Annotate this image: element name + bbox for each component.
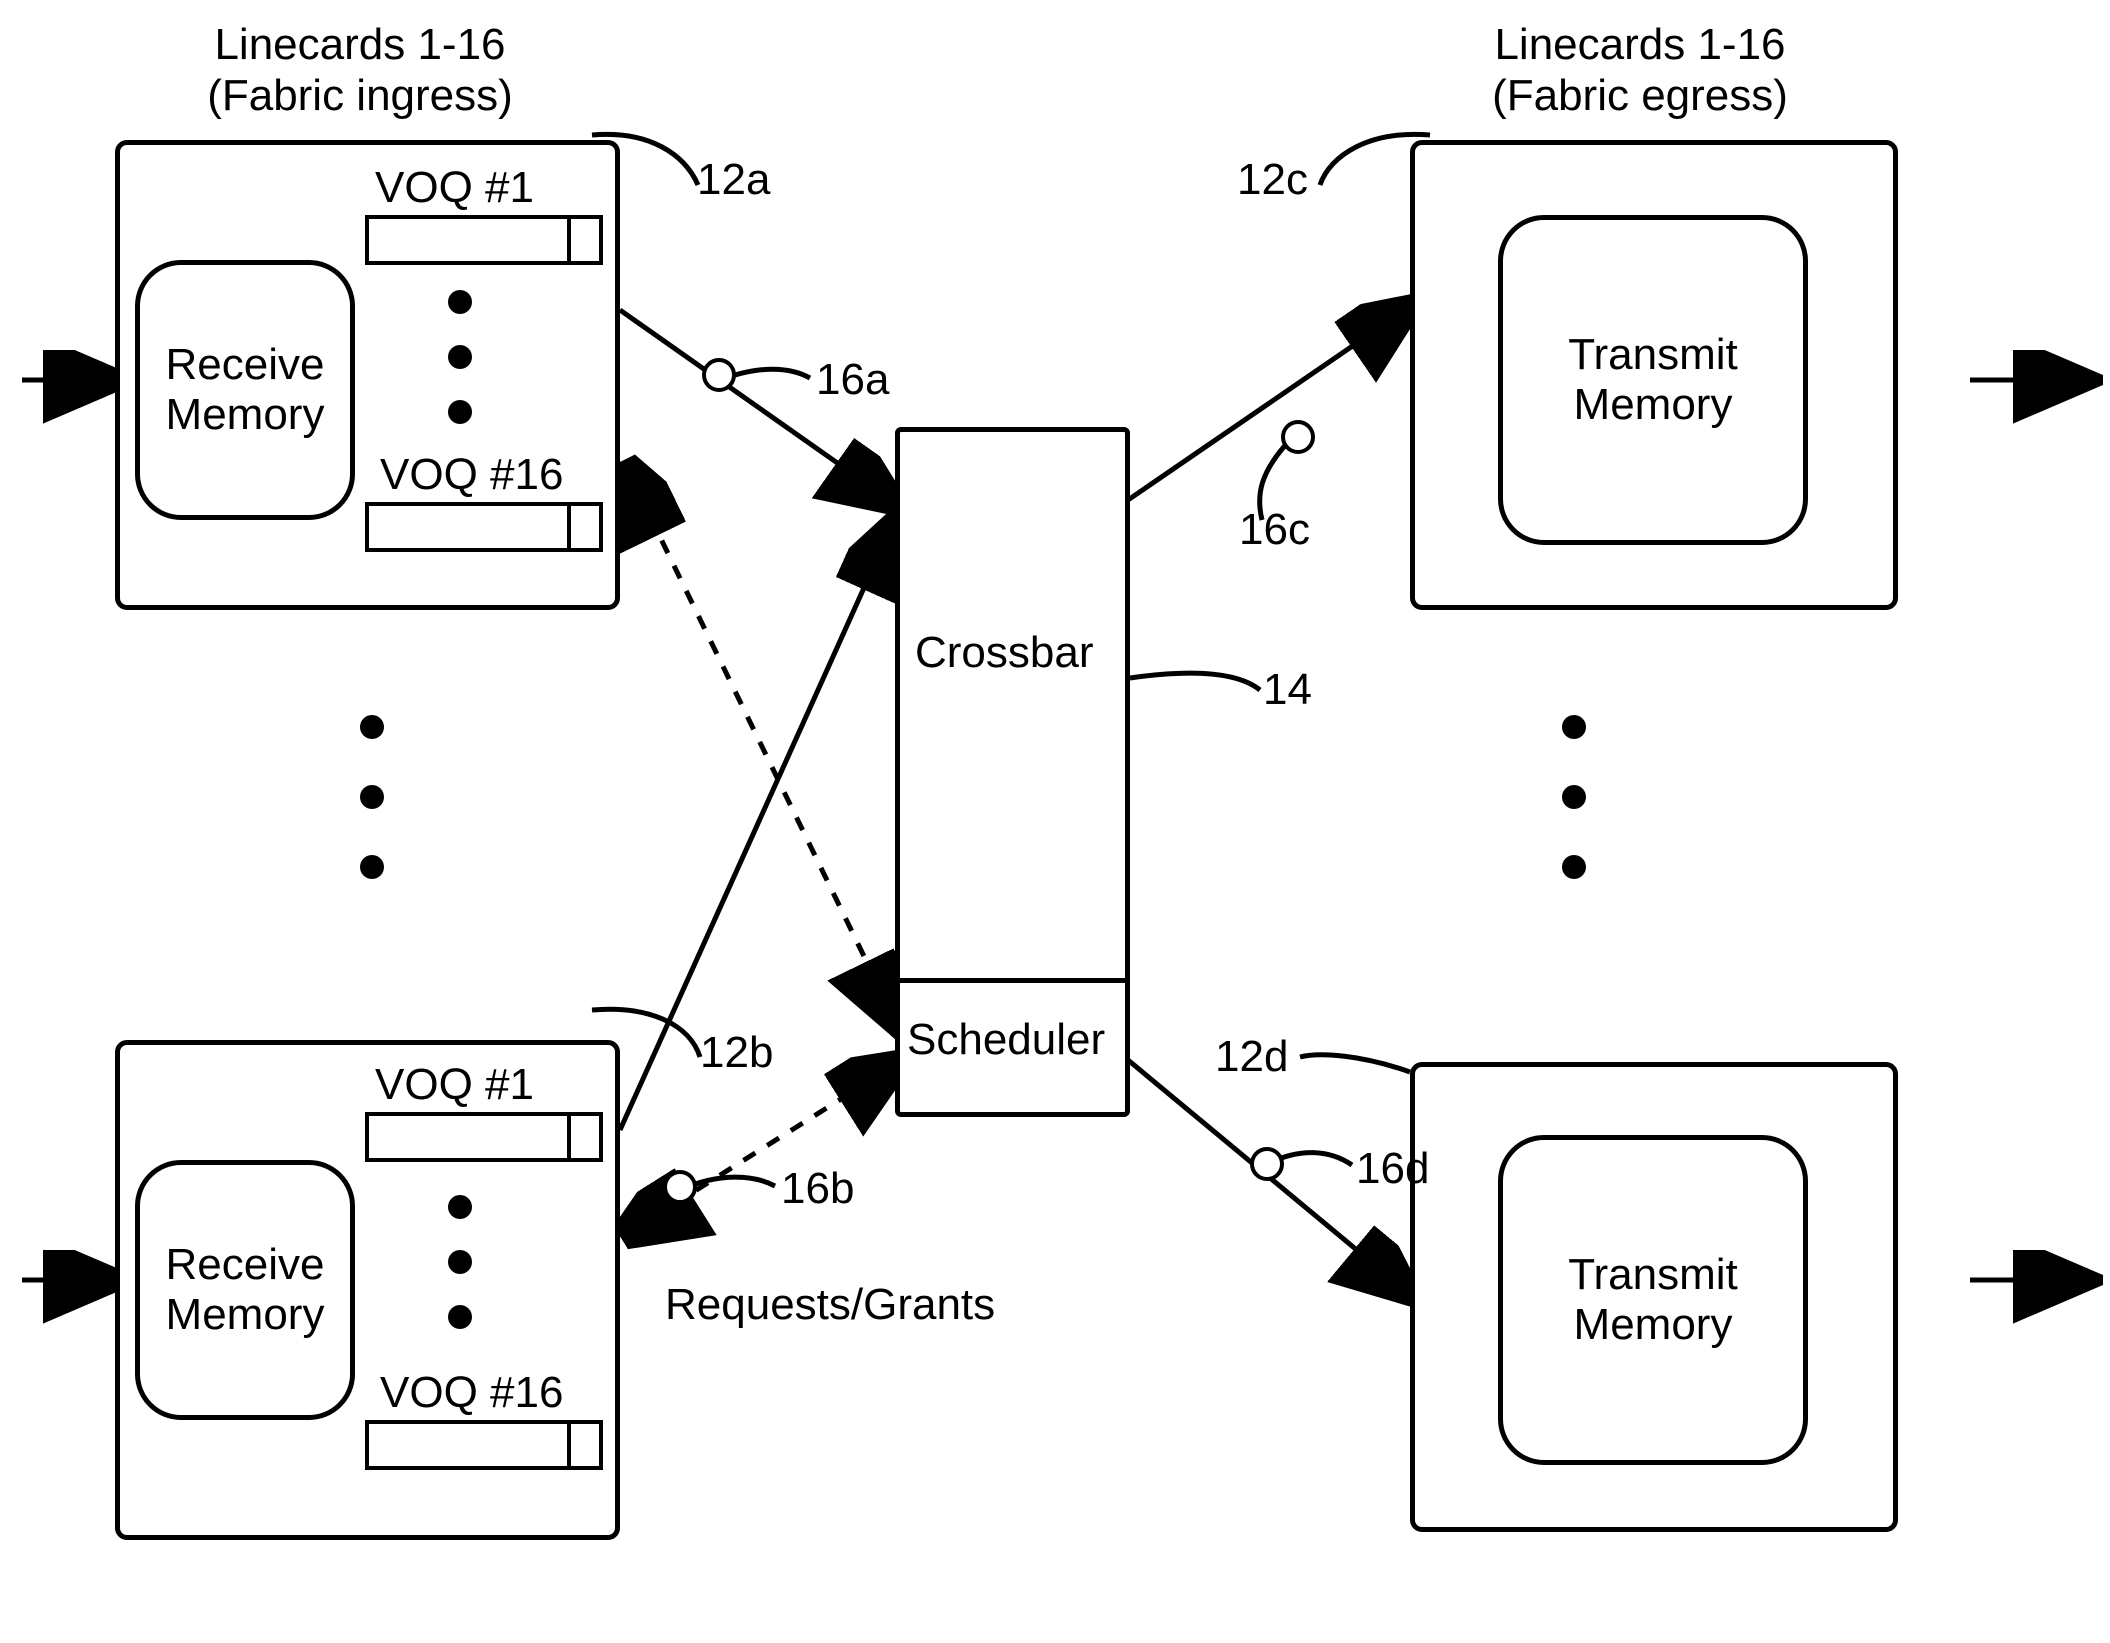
ingress-top-receive-memory: Receive Memory bbox=[135, 260, 355, 520]
ingress-top-voq1-bar bbox=[365, 215, 603, 265]
ingress-top-mem-label: Receive Memory bbox=[166, 340, 325, 440]
leader-marker-icon bbox=[663, 1170, 697, 1204]
leader-marker-icon bbox=[702, 358, 736, 392]
ref-16b: 16b bbox=[781, 1164, 854, 1215]
requests-grants-label: Requests/Grants bbox=[665, 1280, 995, 1331]
ingress-bottom-voq1-label: VOQ #1 bbox=[375, 1060, 534, 1111]
ingress-bottom-voq16-label: VOQ #16 bbox=[380, 1368, 563, 1419]
crossbar-scheduler-box bbox=[895, 427, 1130, 1117]
ref-16c: 16c bbox=[1239, 505, 1310, 556]
ref-14: 14 bbox=[1263, 665, 1312, 716]
diagram-canvas: Linecards 1-16 (Fabric ingress) Linecard… bbox=[0, 0, 2110, 1643]
vdot-icon bbox=[1562, 785, 1586, 809]
vdot-icon bbox=[448, 400, 472, 424]
scheduler-label: Scheduler bbox=[907, 1015, 1105, 1066]
egress-title-line1: Linecards 1-16 bbox=[1494, 20, 1785, 69]
ref-12d: 12d bbox=[1215, 1032, 1288, 1083]
egress-title-line2: (Fabric egress) bbox=[1492, 71, 1788, 120]
crossbar-label: Crossbar bbox=[915, 628, 1094, 679]
ingress-title: Linecards 1-16 (Fabric ingress) bbox=[180, 20, 540, 121]
vdot-icon bbox=[448, 1305, 472, 1329]
egress-title: Linecards 1-16 (Fabric egress) bbox=[1460, 20, 1820, 121]
egress-bottom-transmit-memory: Transmit Memory bbox=[1498, 1135, 1808, 1465]
ref-12c: 12c bbox=[1237, 155, 1308, 206]
ref-12b: 12b bbox=[700, 1028, 773, 1079]
ingress-title-line2: (Fabric ingress) bbox=[207, 71, 513, 120]
ref-16a: 16a bbox=[816, 355, 889, 406]
ingress-bottom-voq16-bar bbox=[365, 1420, 603, 1470]
vdot-icon bbox=[360, 855, 384, 879]
vdot-icon bbox=[448, 290, 472, 314]
crossbar-scheduler-divider bbox=[900, 978, 1125, 983]
vdot-icon bbox=[360, 715, 384, 739]
ingress-title-line1: Linecards 1-16 bbox=[214, 20, 505, 69]
ingress-top-voq16-label: VOQ #16 bbox=[380, 450, 563, 501]
leader-marker-icon bbox=[1281, 420, 1315, 454]
ref-12a: 12a bbox=[697, 155, 770, 206]
vdot-icon bbox=[448, 345, 472, 369]
egress-top-mem-label: Transmit Memory bbox=[1568, 330, 1738, 430]
ref-16d: 16d bbox=[1356, 1144, 1429, 1195]
ingress-top-voq16-bar bbox=[365, 502, 603, 552]
egress-bottom-mem-label: Transmit Memory bbox=[1568, 1250, 1738, 1350]
egress-top-transmit-memory: Transmit Memory bbox=[1498, 215, 1808, 545]
vdot-icon bbox=[1562, 855, 1586, 879]
ingress-bottom-mem-label: Receive Memory bbox=[166, 1240, 325, 1340]
ingress-bottom-voq1-bar bbox=[365, 1112, 603, 1162]
vdot-icon bbox=[360, 785, 384, 809]
vdot-icon bbox=[1562, 715, 1586, 739]
ingress-top-voq1-label: VOQ #1 bbox=[375, 163, 534, 214]
vdot-icon bbox=[448, 1195, 472, 1219]
vdot-icon bbox=[448, 1250, 472, 1274]
leader-marker-icon bbox=[1250, 1147, 1284, 1181]
ingress-bottom-receive-memory: Receive Memory bbox=[135, 1160, 355, 1420]
